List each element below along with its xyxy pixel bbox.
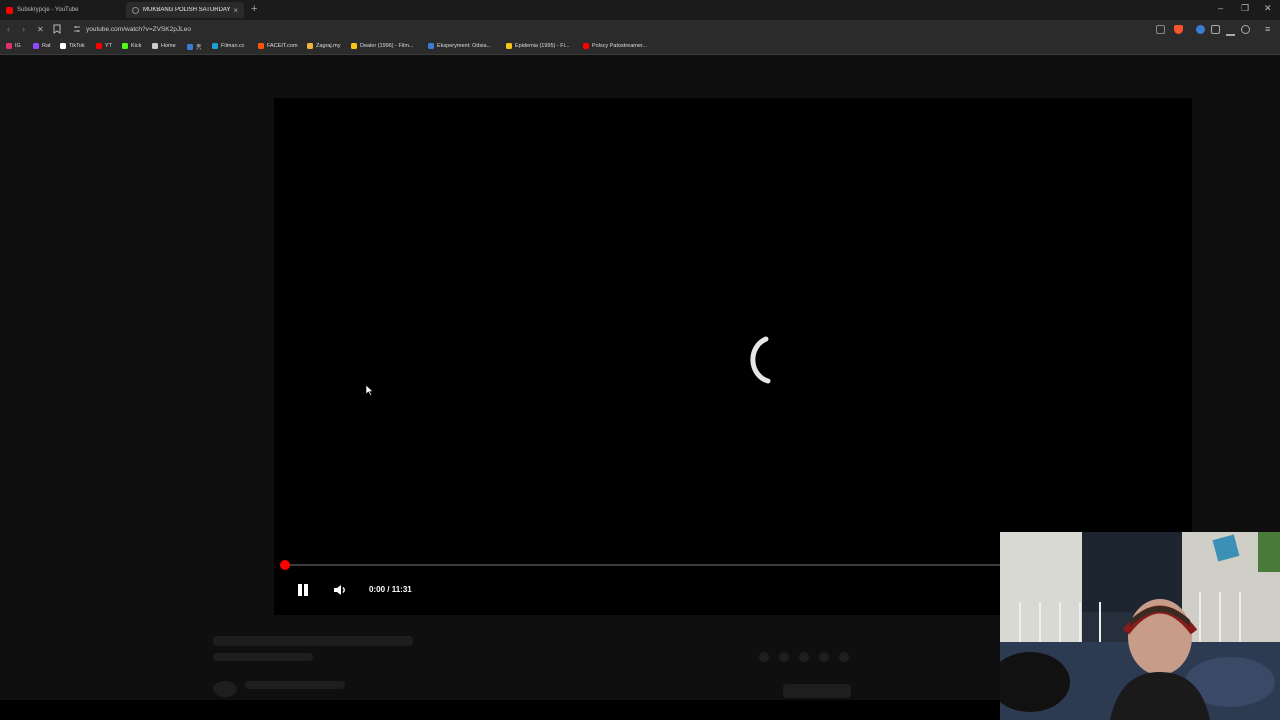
tiktok-icon (60, 43, 66, 49)
youtube-icon (583, 43, 589, 49)
bookmark-kick[interactable]: Kick (122, 43, 141, 49)
bookmark-ig[interactable]: IG (6, 43, 21, 49)
bookmarks-bar: IG Rat TikTok YT Kick Home 兲 Filman.cc F… (0, 40, 1280, 55)
tab-strip: Subskrypcje - YouTube MUKBANG POLISH SAT… (0, 0, 1280, 20)
channel-placeholder (245, 681, 345, 689)
filman-icon (212, 43, 218, 49)
bookmark-yt[interactable]: YT (96, 43, 112, 49)
tab-video[interactable]: MUKBANG POLISH SATURDAY × (126, 2, 244, 18)
time-total: 11:31 (391, 585, 412, 594)
webcam-overlay (1000, 532, 1280, 720)
pause-icon (304, 584, 308, 596)
bookmark-rat[interactable]: Rat (33, 43, 51, 49)
minimize-button[interactable]: – (1218, 3, 1223, 13)
extension-icon[interactable] (1196, 25, 1205, 34)
avatar-placeholder (213, 681, 237, 697)
tab-title: Subskrypcje - YouTube (17, 7, 79, 13)
bookmark-kanji[interactable]: 兲 (187, 43, 202, 51)
action-placeholder (819, 652, 829, 662)
bookmark-home[interactable]: Home (152, 43, 176, 49)
zagraj-icon (307, 43, 313, 49)
action-placeholder (759, 652, 769, 662)
bookmark-faceit[interactable]: FACEIT.com (258, 43, 298, 49)
title-placeholder (213, 636, 413, 646)
streamer-webcam-image (1000, 532, 1280, 720)
action-placeholder (839, 652, 849, 662)
scrubber-handle[interactable] (280, 560, 290, 570)
mouse-cursor-icon (366, 385, 374, 396)
wallet-icon[interactable] (1241, 25, 1250, 34)
site-icon (187, 44, 193, 50)
share-icon[interactable] (1156, 25, 1165, 34)
brave-shields-icon[interactable] (1174, 25, 1183, 34)
subtitle-placeholder (213, 653, 313, 661)
stop-loading-button[interactable]: ✕ (37, 25, 44, 34)
bookmark-epidemia[interactable]: Epidemia (1995) - Fi... (506, 43, 569, 49)
extensions-puzzle-icon[interactable] (1211, 25, 1220, 34)
pause-button[interactable] (296, 583, 310, 597)
loading-favicon-icon (132, 6, 139, 14)
bookmark-eksperyment[interactable]: Eksperyment: Odsia... (428, 43, 491, 49)
bookmark-filman[interactable]: Filman.cc (212, 43, 245, 49)
bookmark-zagraj[interactable]: Zagraj.my (307, 43, 340, 49)
youtube-favicon-icon (6, 6, 13, 14)
x-icon (152, 43, 158, 49)
loading-spinner-icon (750, 336, 771, 384)
menu-icon[interactable]: ≡ (1265, 24, 1270, 34)
close-window-button[interactable]: ✕ (1264, 3, 1272, 14)
twitch-icon (33, 43, 39, 49)
toolbar: ‹ › ✕ youtube.com/watch?v=ZVSK2pJLeo ≡ (0, 20, 1280, 40)
bookmark-tiktok[interactable]: TikTok (60, 43, 85, 49)
imdb-icon (506, 43, 512, 49)
site-icon (428, 43, 434, 49)
bookmark-patostreamer[interactable]: Polscy Patostreamer... (583, 43, 647, 49)
time-current: 0:00 (369, 585, 386, 594)
bookmark-icon[interactable] (53, 24, 61, 36)
download-icon[interactable] (1226, 25, 1235, 36)
action-placeholder (779, 652, 789, 662)
forward-button[interactable]: › (22, 24, 25, 34)
pause-icon (298, 584, 302, 596)
youtube-icon (96, 43, 102, 49)
imdb-icon (351, 43, 357, 49)
tab-title: MUKBANG POLISH SATURDAY (143, 7, 231, 13)
address-bar[interactable]: youtube.com/watch?v=ZVSK2pJLeo (86, 26, 191, 33)
close-tab-icon[interactable]: × (233, 6, 238, 15)
instagram-icon (6, 43, 12, 49)
new-tab-button[interactable]: + (251, 3, 257, 15)
restore-button[interactable]: ❐ (1241, 3, 1249, 14)
progress-bar[interactable] (285, 564, 1000, 566)
subscribe-placeholder (783, 684, 851, 698)
tab-subscriptions[interactable]: Subskrypcje - YouTube (0, 2, 124, 18)
action-placeholder (799, 652, 809, 662)
site-info-icon[interactable] (73, 25, 81, 35)
time-display: 0:00 / 11:31 (369, 585, 412, 594)
back-button[interactable]: ‹ (7, 24, 10, 34)
faceit-icon (258, 43, 264, 49)
kick-icon (122, 43, 128, 49)
volume-button[interactable] (333, 584, 347, 596)
bookmark-dealer[interactable]: Dealer (1996) - Film... (351, 43, 414, 49)
